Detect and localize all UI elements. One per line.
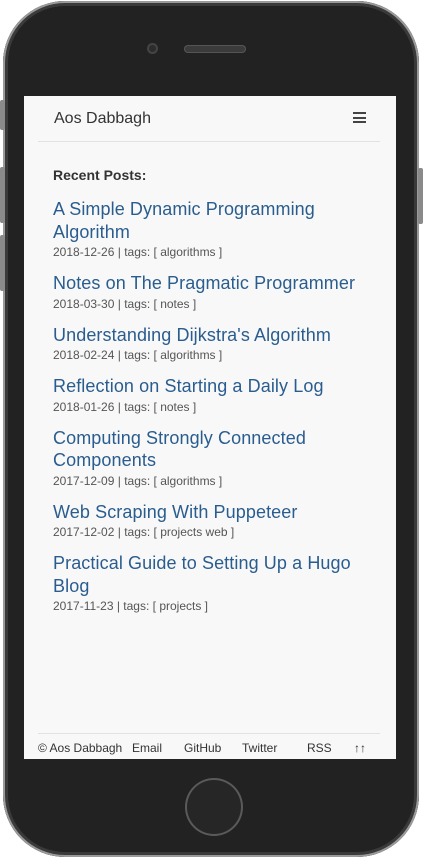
post-date: 2018-12-26 — [53, 245, 115, 259]
footer-github-link[interactable]: GitHub — [184, 741, 221, 755]
post-meta: 2018-03-30 | tags: [ notes ] — [53, 296, 197, 311]
post-tags[interactable]: tags: [ notes ] — [124, 297, 196, 311]
home-button[interactable] — [185, 778, 243, 836]
navbar: Aos Dabbagh — [38, 96, 380, 142]
footer-rss-link[interactable]: RSS — [307, 741, 332, 755]
post-date: 2018-02-24 — [53, 348, 115, 362]
post-item: A Simple Dynamic Programming Algorithm 20… — [53, 198, 373, 261]
post-meta: 2017-12-09 | tags: [ algorithms ] — [53, 473, 223, 488]
post-title-link[interactable]: Computing Strongly Connected Components — [53, 427, 373, 472]
post-date: 2017-12-02 — [53, 525, 115, 539]
hamburger-icon[interactable] — [353, 112, 366, 123]
volume-up-button[interactable] — [0, 167, 5, 223]
post-item: Reflection on Starting a Daily Log 2018-0… — [53, 375, 373, 416]
post-meta: 2017-11-23 | tags: [ projects ] — [53, 599, 208, 613]
post-tags[interactable]: tags: [ algorithms ] — [124, 245, 222, 259]
post-item: Practical Guide to Setting Up a Hugo Blo… — [53, 552, 373, 615]
post-title-link[interactable]: A Simple Dynamic Programming Algorithm — [53, 198, 373, 243]
post-title-link[interactable]: Notes on The Pragmatic Programmer — [53, 272, 373, 295]
post-title-link[interactable]: Web Scraping With Puppeteer — [53, 501, 373, 524]
post-item: Notes on The Pragmatic Programmer 2018-03… — [53, 272, 373, 313]
post-item: Understanding Dijkstra's Algorithm 2018-0… — [53, 324, 373, 365]
back-to-top-link[interactable]: ↑↑ — [354, 741, 366, 755]
post-tags[interactable]: tags: [ algorithms ] — [124, 474, 222, 488]
recent-posts-heading: Recent Posts: — [53, 167, 147, 183]
footer-copyright: © Aos Dabbagh — [38, 741, 123, 755]
post-meta: 2017-12-02 | tags: [ projects web ] — [53, 525, 235, 539]
footer-email-link[interactable]: Email — [132, 741, 162, 755]
post-meta: 2018-01-26 | tags: [ notes ] — [53, 399, 197, 414]
post-date: 2018-01-26 — [53, 399, 115, 414]
power-button[interactable] — [418, 168, 423, 224]
post-date: 2017-12-09 — [53, 473, 115, 488]
post-tags[interactable]: tags: [ algorithms ] — [124, 348, 222, 362]
site-brand[interactable]: Aos Dabbagh — [54, 110, 151, 128]
post-list: A Simple Dynamic Programming Algorithm 20… — [53, 198, 373, 626]
post-item: Computing Strongly Connected Components 2… — [53, 427, 373, 490]
post-title-link[interactable]: Understanding Dijkstra's Algorithm — [53, 324, 373, 347]
post-tags[interactable]: tags: [ projects web ] — [124, 525, 234, 539]
volume-down-button[interactable] — [0, 235, 5, 291]
camera-icon — [147, 43, 158, 54]
post-tags[interactable]: tags: [ notes ] — [124, 400, 196, 414]
footer-twitter-link[interactable]: Twitter — [242, 741, 277, 755]
mute-switch[interactable] — [0, 100, 5, 130]
post-meta: 2018-12-26 | tags: [ algorithms ] — [53, 245, 223, 259]
footer: © Aos Dabbagh Email GitHub Twitter RSS ↑… — [38, 733, 380, 759]
post-date: 2017-11-23 — [53, 599, 114, 613]
post-title-link[interactable]: Practical Guide to Setting Up a Hugo Blo… — [53, 552, 373, 597]
speaker-grille — [184, 45, 246, 53]
post-date: 2018-03-30 — [53, 296, 115, 311]
post-item: Web Scraping With Puppeteer 2017-12-02 | … — [53, 501, 373, 542]
post-tags[interactable]: tags: [ projects ] — [123, 599, 208, 613]
screen: Aos Dabbagh Recent Posts: A Simple Dynam… — [24, 96, 396, 759]
post-title-link[interactable]: Reflection on Starting a Daily Log — [53, 375, 373, 398]
post-meta: 2018-02-24 | tags: [ algorithms ] — [53, 348, 223, 362]
